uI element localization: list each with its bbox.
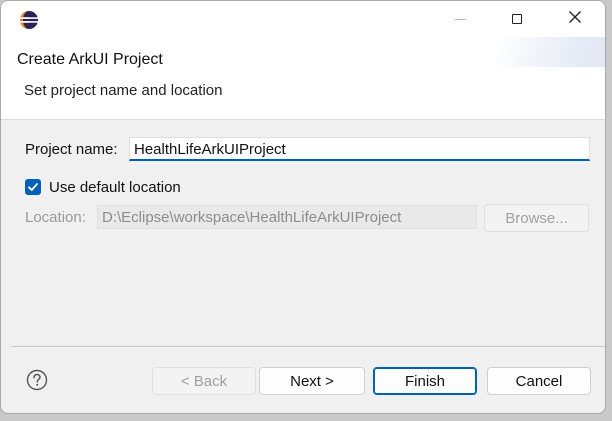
close-icon xyxy=(568,10,582,29)
dialog-window: Create ArkUI Project Set project name an… xyxy=(0,0,606,414)
project-name-label: Project name: xyxy=(25,141,118,158)
checkmark-icon xyxy=(28,183,38,191)
footer-separator xyxy=(11,346,605,347)
help-icon[interactable] xyxy=(26,369,48,391)
minimize-icon xyxy=(454,18,466,20)
maximize-icon xyxy=(512,14,522,24)
next-button[interactable]: Next > xyxy=(259,367,365,395)
cancel-button[interactable]: Cancel xyxy=(487,367,591,395)
use-default-location-label[interactable]: Use default location xyxy=(49,179,181,196)
wizard-title: Create ArkUI Project xyxy=(17,51,163,68)
minimize-button[interactable] xyxy=(431,1,489,37)
location-label: Location: xyxy=(25,209,86,226)
maximize-button[interactable] xyxy=(488,1,546,37)
wizard-header: Create ArkUI Project Set project name an… xyxy=(1,37,605,120)
browse-button: Browse... xyxy=(484,204,589,232)
title-bar[interactable] xyxy=(1,1,605,37)
header-decoration xyxy=(455,37,605,67)
eclipse-icon xyxy=(19,10,39,30)
finish-button[interactable]: Finish xyxy=(373,367,477,395)
project-name-input[interactable]: HealthLifeArkUIProject xyxy=(129,137,590,161)
back-button: < Back xyxy=(152,367,256,395)
location-input: D:\Eclipse\workspace\HealthLifeArkUIProj… xyxy=(97,205,477,229)
wizard-description: Set project name and location xyxy=(24,82,223,99)
use-default-location-checkbox[interactable] xyxy=(25,179,41,195)
close-button[interactable] xyxy=(546,1,604,37)
